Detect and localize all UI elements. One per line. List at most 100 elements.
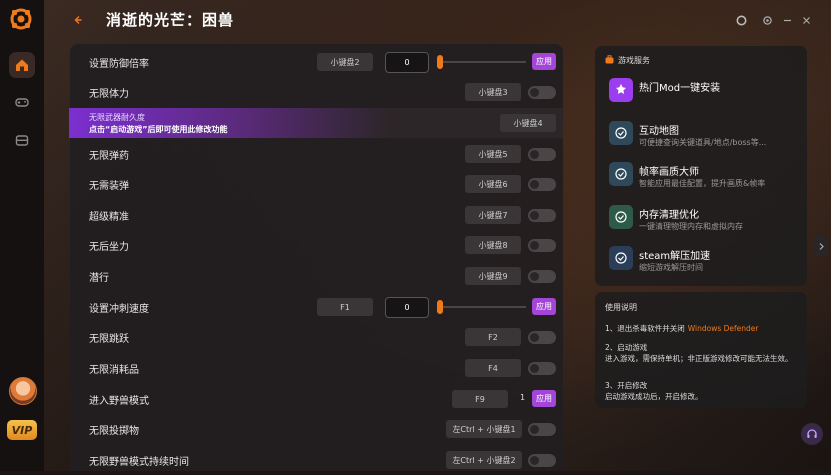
value-slider[interactable] xyxy=(437,300,526,314)
gear-icon xyxy=(762,15,772,25)
hotkey-badge[interactable]: 左Ctrl + 小键盘1 xyxy=(446,420,522,438)
cheat-label: 无限体力 xyxy=(89,89,129,100)
value-display: 1 xyxy=(520,393,526,402)
activation-hint: 点击“启动游戏”后即可使用此修改功能 xyxy=(89,125,228,134)
cheat-row: 设置防御倍率 小键盘2 0 应用 xyxy=(70,47,563,77)
hotkey-badge[interactable]: F4 xyxy=(465,359,521,377)
value-input[interactable]: 0 xyxy=(385,297,429,318)
close-icon xyxy=(802,16,810,24)
cheat-label: 无限弹药 xyxy=(89,151,129,162)
cheat-label: 无限武器耐久度 xyxy=(89,113,145,122)
back-button[interactable] xyxy=(68,10,88,30)
cheat-row: 设置冲刺速度 F1 0 应用 xyxy=(70,292,563,322)
hotkey-badge[interactable]: 小键盘3 xyxy=(465,83,521,101)
service-item[interactable]: 内存清理优化 一键清理物理内存和虚拟内存 xyxy=(609,205,799,235)
windows-defender-link[interactable]: Windows Defender xyxy=(688,324,759,333)
cheat-row: 无后坐力 小键盘8 xyxy=(70,230,563,260)
service-title: 内存清理优化 xyxy=(639,210,699,221)
cheat-row: 无需装弹 小键盘6 xyxy=(70,169,563,199)
hotkey-badge[interactable]: 小键盘6 xyxy=(465,175,521,193)
cheat-toggle[interactable] xyxy=(528,331,556,344)
service-desc: 可便捷查询关键道具/地点/boss等... xyxy=(639,138,767,147)
step-2-body: 进入游戏，需保持单机；非正版游戏修改可能无法生效。 xyxy=(605,354,793,363)
cheat-label: 无限跳跃 xyxy=(89,334,129,345)
toolbox-icon xyxy=(15,135,29,146)
instruction-step-1: 1、退出杀毒软件并关闭 Windows Defender xyxy=(605,323,800,334)
cheat-label: 设置冲刺速度 xyxy=(89,304,149,315)
service-title: steam解压加速 xyxy=(639,251,711,262)
steam-icon xyxy=(609,246,633,270)
value-slider[interactable] xyxy=(437,55,526,69)
service-item[interactable]: steam解压加速 缩短游戏解压时间 xyxy=(609,246,799,276)
instruction-step-3: 3、开启修改 启动游戏成功后，开启修改。 xyxy=(605,380,800,402)
cheat-toggle[interactable] xyxy=(528,454,556,467)
nav-games[interactable] xyxy=(9,89,35,115)
cheat-label: 超级精准 xyxy=(89,212,129,223)
service-title: 互动地图 xyxy=(639,126,679,137)
hotkey-badge[interactable]: 左Ctrl + 小键盘2 xyxy=(446,451,522,469)
hotkey-badge[interactable]: 小键盘8 xyxy=(465,236,521,254)
cheat-label: 设置防御倍率 xyxy=(89,59,149,70)
service-desc: 智能应用最佳配置，提升画质&帧率 xyxy=(639,179,766,188)
nav-tools[interactable] xyxy=(9,127,35,153)
slider-knob[interactable] xyxy=(437,55,443,69)
cheat-toggle[interactable] xyxy=(528,423,556,436)
apply-button[interactable]: 应用 xyxy=(532,390,556,407)
close-button[interactable] xyxy=(799,13,813,27)
apply-button[interactable]: 应用 xyxy=(532,298,556,315)
cheat-toggle[interactable] xyxy=(528,270,556,283)
service-item[interactable]: 帧率画质大师 智能应用最佳配置，提升画质&帧率 xyxy=(609,162,799,192)
cheat-label: 无后坐力 xyxy=(89,242,129,253)
cheat-row: 无限消耗品 F4 xyxy=(70,353,563,383)
app-logo-icon[interactable] xyxy=(10,8,32,30)
hotkey-badge[interactable]: F9 xyxy=(452,390,508,408)
nav-home[interactable] xyxy=(9,52,35,78)
minimize-icon xyxy=(783,19,791,21)
gamepad-icon xyxy=(15,98,29,107)
arrow-left-icon xyxy=(74,16,82,24)
cheat-row: 超级精准 小键盘7 xyxy=(70,200,563,230)
expand-panel-button[interactable] xyxy=(814,236,828,256)
service-item[interactable]: 互动地图 可便捷查询关键道具/地点/boss等... xyxy=(609,121,799,151)
cheat-toggle[interactable] xyxy=(528,178,556,191)
cheat-label: 潜行 xyxy=(89,273,109,284)
services-title: 游戏服务 xyxy=(618,56,650,65)
hotkey-badge[interactable]: F1 xyxy=(317,298,373,316)
record-button[interactable] xyxy=(734,13,748,27)
cheat-label: 无限投掷物 xyxy=(89,426,139,437)
hotkey-badge[interactable]: F2 xyxy=(465,328,521,346)
mod-icon xyxy=(609,78,633,102)
cheat-row: 无限体力 小键盘3 xyxy=(70,77,563,107)
support-button[interactable] xyxy=(801,423,823,445)
cheat-label: 进入野兽模式 xyxy=(89,396,149,407)
cheat-toggle[interactable] xyxy=(528,86,556,99)
hotkey-badge[interactable]: 小键盘4 xyxy=(500,114,556,132)
fps-icon xyxy=(609,162,633,186)
settings-button[interactable] xyxy=(760,13,774,27)
hotkey-badge[interactable]: 小键盘2 xyxy=(317,53,373,71)
minimize-button[interactable] xyxy=(780,13,794,27)
chevron-right-icon xyxy=(819,242,824,250)
user-avatar[interactable] xyxy=(9,377,37,405)
cheat-label: 无需装弹 xyxy=(89,181,129,192)
step-3-body: 启动游戏成功后，开启修改。 xyxy=(605,392,703,401)
cheat-row: 无限跳跃 F2 xyxy=(70,322,563,352)
service-item[interactable]: 热门Mod一键安装 xyxy=(609,78,799,108)
hotkey-badge[interactable]: 小键盘5 xyxy=(465,145,521,163)
cheat-toggle[interactable] xyxy=(528,362,556,375)
sidebar: VIP xyxy=(0,0,44,471)
cheat-toggle[interactable] xyxy=(528,209,556,222)
cheat-toggle[interactable] xyxy=(528,239,556,252)
apply-button[interactable]: 应用 xyxy=(532,53,556,70)
map-icon xyxy=(609,121,633,145)
header: 消逝的光芒：困兽 xyxy=(44,0,831,40)
value-input[interactable]: 0 xyxy=(385,52,429,73)
service-desc: 一键清理物理内存和虚拟内存 xyxy=(639,222,743,231)
vip-badge[interactable]: VIP xyxy=(7,420,37,440)
cheat-toggle[interactable] xyxy=(528,148,556,161)
instructions-panel: 使用说明 1、退出杀毒软件并关闭 Windows Defender 2、启动游戏 … xyxy=(595,292,807,408)
hotkey-badge[interactable]: 小键盘7 xyxy=(465,206,521,224)
cheat-label: 无限消耗品 xyxy=(89,365,139,376)
hotkey-badge[interactable]: 小键盘9 xyxy=(465,267,521,285)
slider-knob[interactable] xyxy=(437,300,443,314)
